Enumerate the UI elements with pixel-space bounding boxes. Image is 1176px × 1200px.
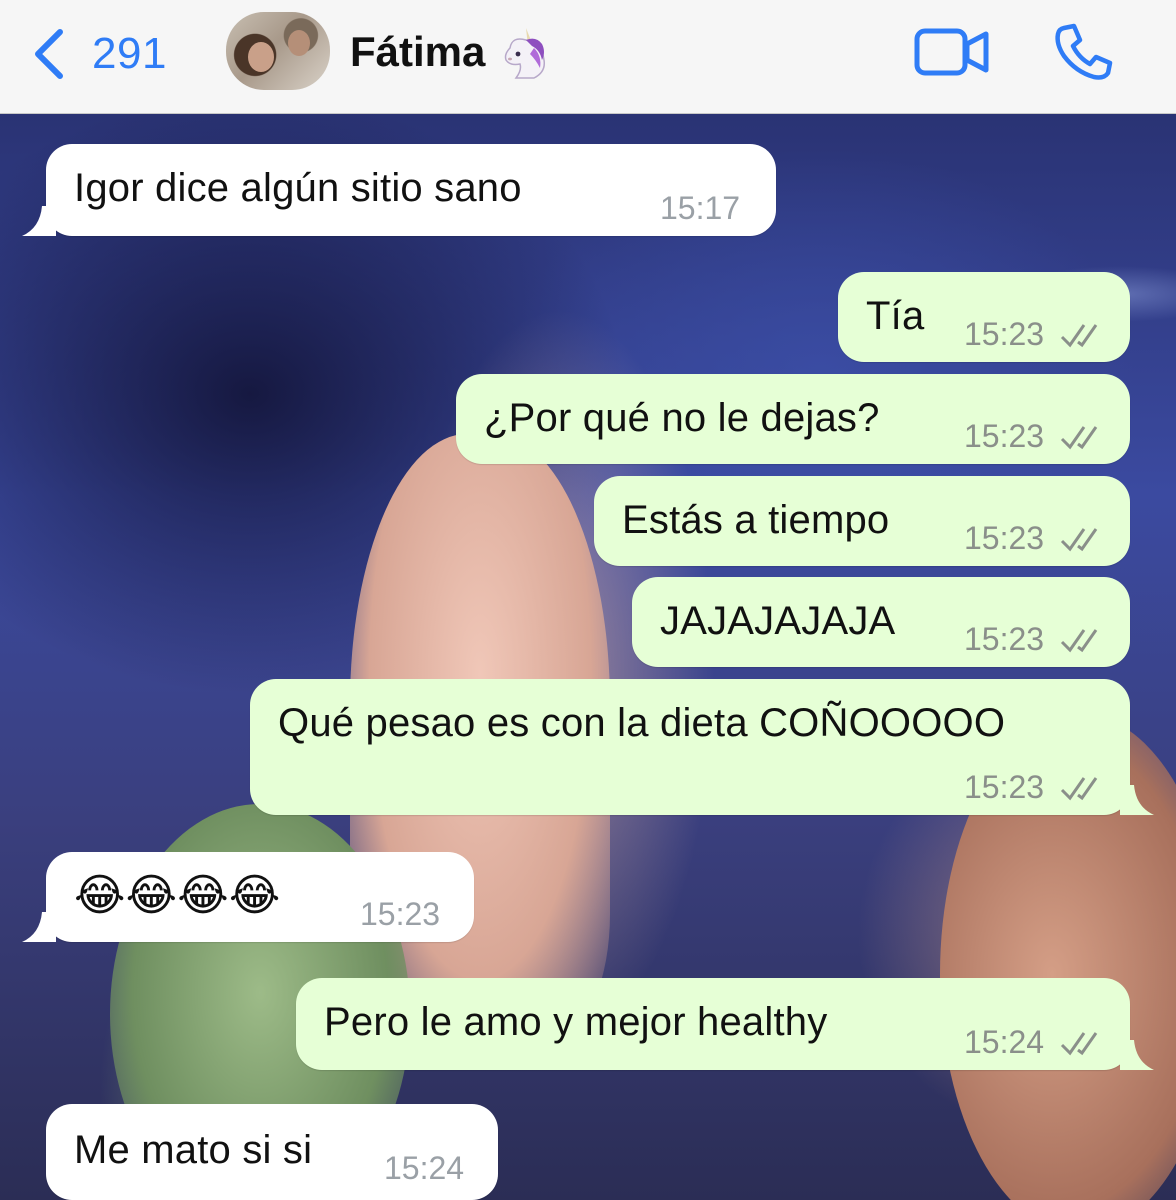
message-text: Estás a tiempo (622, 498, 890, 542)
message-text: Pero le amo y mejor healthy (324, 1000, 828, 1044)
unicorn-icon (504, 28, 546, 79)
chat-area[interactable]: Igor dice algún sitio sano 15:17 Tía 15:… (0, 114, 1176, 1200)
message-time: 15:24 (384, 1150, 465, 1186)
double-check-icon (1060, 324, 1098, 348)
bubble-tail (22, 206, 56, 236)
message-text: Igor dice algún sitio sano (74, 166, 522, 210)
unread-count: 291 (92, 29, 167, 78)
message-text: Me mato si si (74, 1128, 313, 1172)
double-check-icon (1060, 629, 1098, 653)
avatar-face (288, 30, 310, 56)
chat-header: 291 Fátima (0, 0, 1176, 114)
message-time: 15:23 (964, 621, 1045, 657)
avatar-face (248, 42, 274, 72)
message-text: Tía (866, 294, 925, 338)
outgoing-message[interactable]: Qué pesao es con la dieta COÑOOOOO 15:23 (250, 679, 1154, 815)
message-text: 😂😂😂😂 (74, 871, 281, 920)
back-button[interactable]: 291 (30, 24, 167, 84)
message-text: Qué pesao es con la dieta COÑOOOOO (278, 701, 1006, 745)
message-time: 15:24 (964, 1024, 1045, 1060)
phone-icon[interactable] (1052, 22, 1116, 82)
chevron-left-icon (35, 29, 63, 79)
chat-screen: 291 Fátima Igor dice algún sitio sano 15… (0, 0, 1176, 1200)
video-call-icon[interactable] (914, 26, 990, 78)
message-time: 15:23 (964, 418, 1045, 454)
double-check-icon (1060, 1032, 1098, 1056)
outgoing-message[interactable]: Pero le amo y mejor healthy 15:24 (296, 978, 1154, 1070)
bubble-tail (1120, 1040, 1154, 1070)
double-check-icon (1060, 426, 1098, 450)
incoming-message[interactable]: Me mato si si 15:24 (46, 1104, 498, 1200)
outgoing-message[interactable]: JAJAJAJAJA 15:23 (632, 577, 1130, 667)
message-time: 15:23 (964, 316, 1045, 352)
outgoing-message[interactable]: Tía 15:23 (838, 272, 1130, 362)
outgoing-message[interactable]: ¿Por qué no le dejas? 15:23 (456, 374, 1130, 464)
message-time: 15:23 (360, 896, 441, 932)
bubble-tail (22, 912, 56, 942)
message-text: ¿Por qué no le dejas? (484, 396, 880, 440)
double-check-icon (1060, 528, 1098, 552)
double-check-icon (1060, 777, 1098, 801)
outgoing-message[interactable]: Estás a tiempo 15:23 (594, 476, 1130, 566)
contact-name[interactable]: Fátima (350, 28, 485, 76)
message-time: 15:17 (660, 190, 741, 226)
message-time: 15:23 (964, 520, 1045, 556)
bubble-tail (1120, 785, 1154, 815)
message-text: JAJAJAJAJA (660, 599, 896, 643)
avatar[interactable] (226, 12, 330, 90)
incoming-message[interactable]: 😂😂😂😂 15:23 (22, 852, 474, 942)
message-time: 15:23 (964, 769, 1045, 805)
incoming-message[interactable]: Igor dice algún sitio sano 15:17 (22, 144, 776, 236)
